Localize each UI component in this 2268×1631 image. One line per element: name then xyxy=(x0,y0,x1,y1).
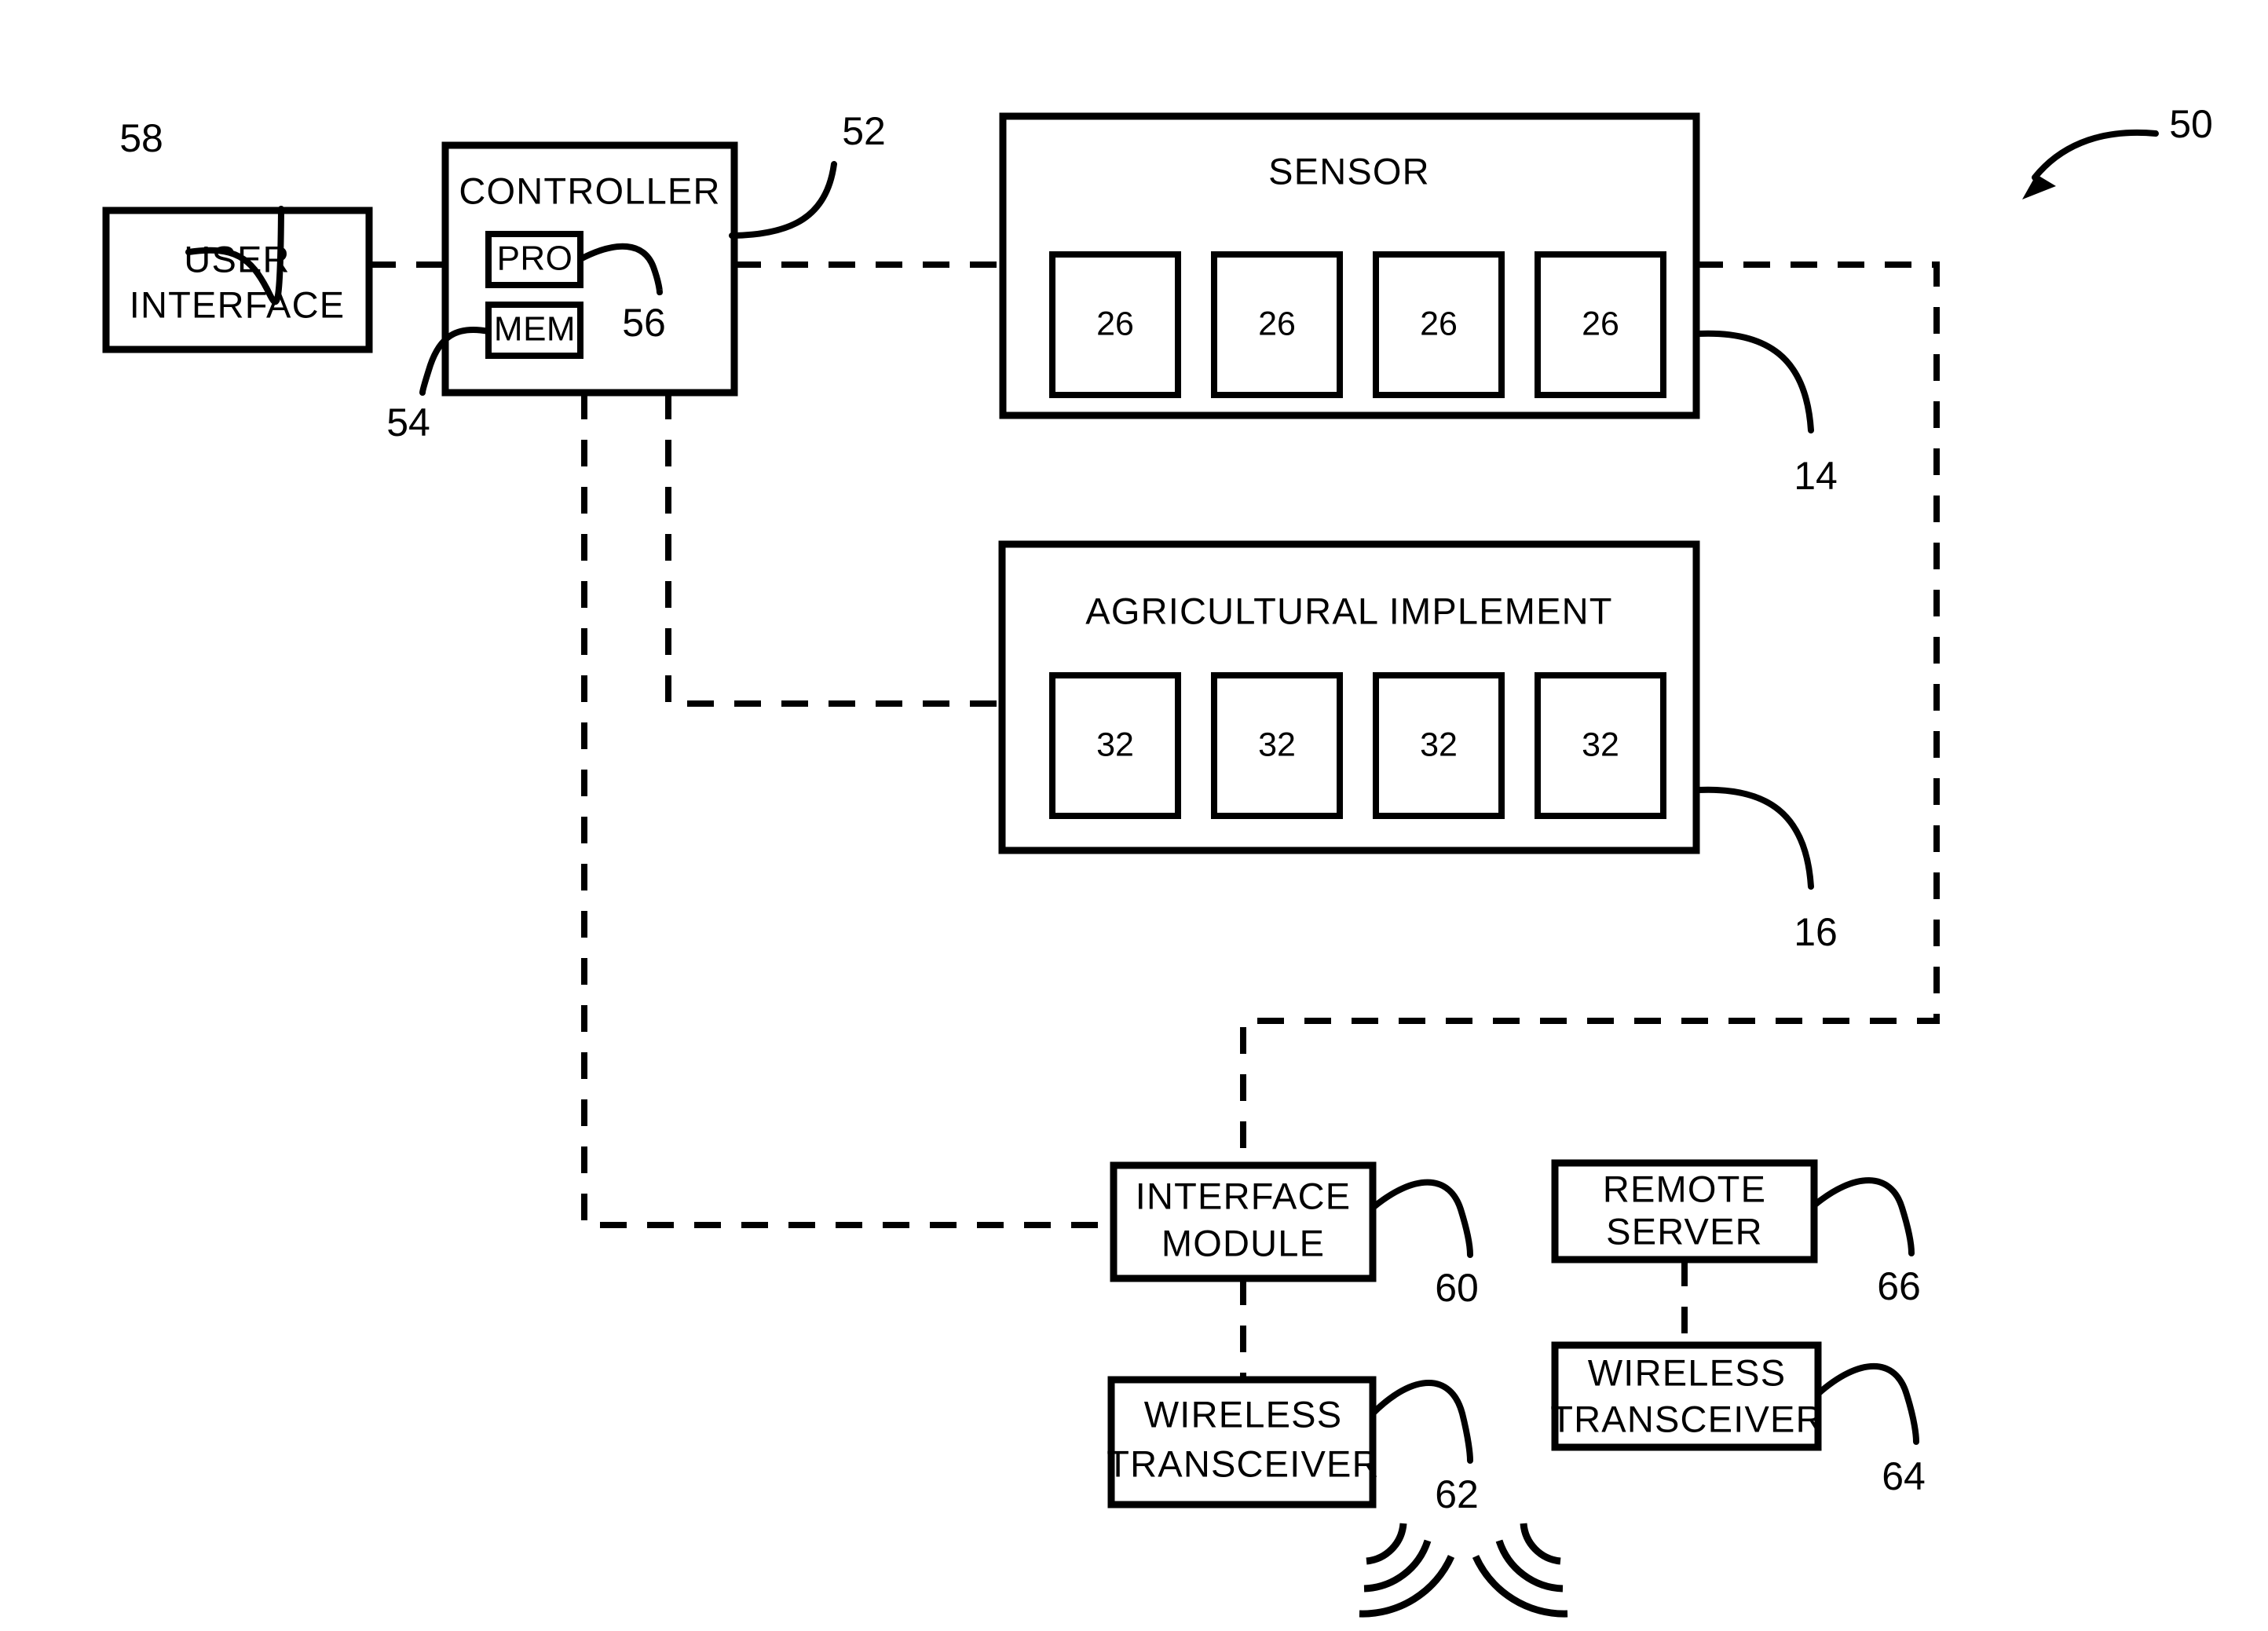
user-interface-label-line2: INTERFACE xyxy=(130,283,346,325)
wireless-transceiver-local-label-line1: WIRELESS xyxy=(1144,1393,1343,1435)
leader-line-60 xyxy=(1370,1179,1473,1258)
patent-figure-canvas: USER INTERFACE 58 CONTROLLER PRO MEM 52 … xyxy=(0,0,2268,1631)
leader-line-64 xyxy=(1815,1363,1919,1445)
reference-numeral-66: 66 xyxy=(1877,1264,1921,1308)
implement-unit-label: 32 xyxy=(1582,726,1619,763)
link-controller-to-implement xyxy=(665,393,1003,707)
leader-line-62 xyxy=(1370,1380,1473,1464)
reference-numeral-62: 62 xyxy=(1435,1472,1479,1516)
reference-numeral-14: 14 xyxy=(1794,454,1838,498)
controller-label: CONTROLLER xyxy=(459,170,720,211)
block-diagram-svg: USER INTERFACE 58 CONTROLLER PRO MEM 52 … xyxy=(102,102,2213,1618)
reference-numeral-52: 52 xyxy=(842,109,886,153)
reference-numeral-54: 54 xyxy=(386,400,430,444)
figure-reference-leader xyxy=(2032,130,2159,181)
reference-numeral-64: 64 xyxy=(1882,1454,1926,1498)
user-interface-box xyxy=(102,207,373,353)
user-interface-block[interactable]: USER INTERFACE xyxy=(102,207,373,353)
sensor-unit-label: 26 xyxy=(1096,305,1134,342)
reference-numeral-56: 56 xyxy=(622,301,666,345)
implement-unit-label: 32 xyxy=(1258,726,1296,763)
leader-line-14 xyxy=(1695,330,1814,433)
remote-server-label-line2: SERVER xyxy=(1606,1210,1763,1252)
wireless-transceiver-remote-label-line1: WIRELESS xyxy=(1588,1351,1787,1393)
sensor-block[interactable]: SENSOR 26 26 26 26 xyxy=(999,112,1700,419)
wireless-transceiver-local-block[interactable]: WIRELESS TRANSCEIVER xyxy=(1107,1376,1379,1508)
reference-numeral-58: 58 xyxy=(119,116,163,160)
memory-label: MEM xyxy=(494,310,576,349)
sensor-unit-label: 26 xyxy=(1258,305,1296,342)
leader-line-52 xyxy=(729,161,837,239)
reference-numeral-50: 50 xyxy=(2169,102,2213,146)
wireless-transceiver-remote-block[interactable]: WIRELESS TRANSCEIVER xyxy=(1550,1341,1823,1451)
figure-reference-callout: 50 xyxy=(2022,102,2213,199)
remote-server-label-line1: REMOTE xyxy=(1603,1168,1766,1209)
interface-module-label-line1: INTERFACE xyxy=(1136,1175,1352,1216)
implement-unit-label: 32 xyxy=(1420,726,1458,763)
sensor-unit-label: 26 xyxy=(1582,305,1619,342)
implement-unit-label: 32 xyxy=(1096,726,1134,763)
processor-label: PRO xyxy=(497,240,573,278)
reference-numeral-60: 60 xyxy=(1435,1266,1479,1310)
wireless-transceiver-remote-label-line2: TRANSCEIVER xyxy=(1550,1398,1823,1439)
radio-waves-remote-icon xyxy=(1472,1523,1568,1618)
sensor-unit-label: 26 xyxy=(1420,305,1458,342)
controller-block[interactable]: CONTROLLER PRO MEM xyxy=(441,141,738,397)
agricultural-implement-label: AGRICULTURAL IMPLEMENT xyxy=(1085,590,1612,631)
leader-line-66 xyxy=(1811,1177,1915,1256)
interface-module-label-line2: MODULE xyxy=(1161,1222,1325,1263)
radio-waves-local-icon xyxy=(1359,1523,1455,1618)
wireless-transceiver-local-label-line2: TRANSCEIVER xyxy=(1107,1443,1379,1484)
leader-line-16 xyxy=(1695,786,1814,890)
interface-module-block[interactable]: INTERFACE MODULE xyxy=(1110,1161,1377,1282)
remote-server-block[interactable]: REMOTE SERVER xyxy=(1551,1159,1818,1263)
figure-reference-arrowhead xyxy=(2022,174,2056,199)
user-interface-label-line1: USER xyxy=(184,238,290,280)
sensor-label: SENSOR xyxy=(1268,150,1430,192)
agricultural-implement-block[interactable]: AGRICULTURAL IMPLEMENT 32 32 32 32 xyxy=(998,540,1700,854)
reference-numeral-16: 16 xyxy=(1794,910,1838,954)
